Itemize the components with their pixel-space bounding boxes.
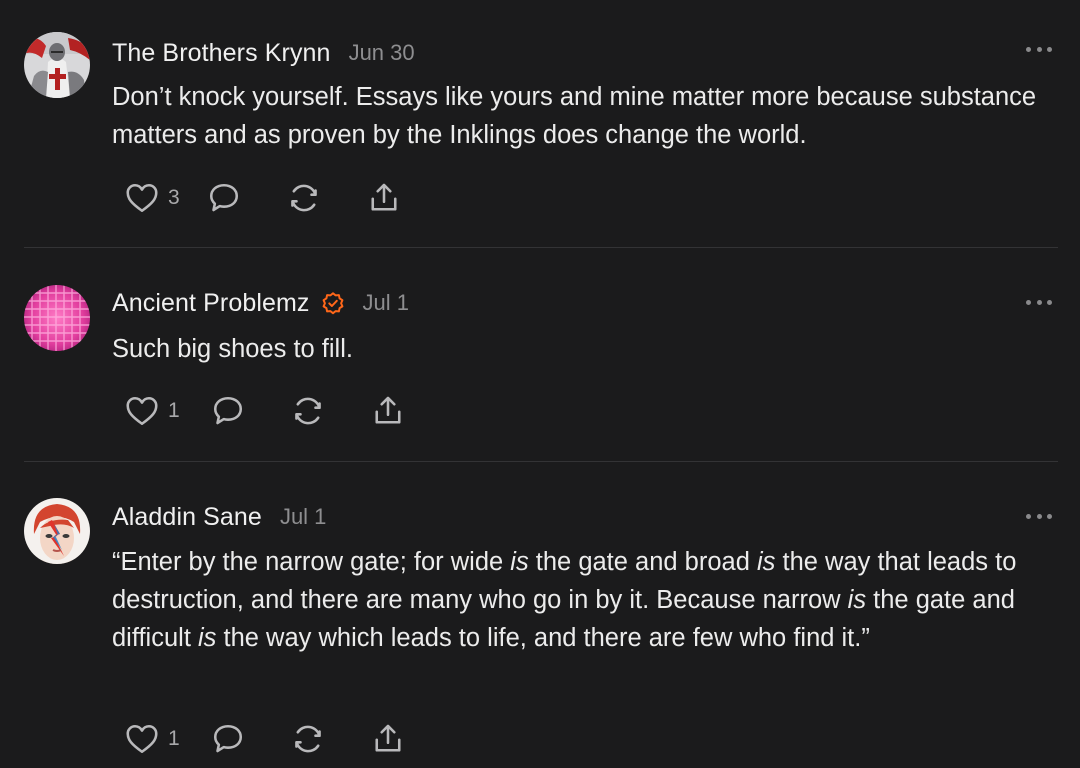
like-count: 1 <box>168 399 180 422</box>
comment-bubble-icon <box>210 721 246 757</box>
like-button[interactable]: 1 <box>124 721 180 757</box>
knight-avatar[interactable] <box>24 32 90 98</box>
comment-bubble-icon <box>206 180 242 216</box>
comment-item: The Brothers Krynn Jun 30 Don’t knock yo… <box>0 0 1080 247</box>
comment-bubble-icon <box>210 393 246 429</box>
reply-button[interactable] <box>210 721 246 757</box>
heart-icon <box>124 180 160 216</box>
comment-item: Aladdin Sane Jul 1 “Enter by the narrow … <box>0 462 1080 768</box>
author-name[interactable]: Aladdin Sane <box>112 503 262 532</box>
verified-check-icon <box>321 291 345 315</box>
heart-icon <box>124 393 160 429</box>
restack-button[interactable] <box>290 393 326 429</box>
comment-text: Such big shoes to fill. <box>112 335 353 363</box>
comment-item: Ancient Problemz Jul 1 Such big shoes to… <box>0 248 1080 461</box>
restack-icon <box>286 180 322 216</box>
comment-actions: 1 <box>124 393 406 429</box>
comment-text: “Enter by the narrow gate; for wide is t… <box>112 548 1017 652</box>
comment-actions: 1 <box>124 721 406 757</box>
like-button[interactable]: 3 <box>124 180 180 216</box>
bowie-avatar[interactable] <box>24 498 90 564</box>
comment-date[interactable]: Jul 1 <box>363 290 409 316</box>
like-button[interactable]: 1 <box>124 393 180 429</box>
reply-button[interactable] <box>206 180 242 216</box>
restack-button[interactable] <box>290 721 326 757</box>
restack-button[interactable] <box>286 180 322 216</box>
more-options-icon[interactable] <box>1026 44 1052 54</box>
author-name[interactable]: Ancient Problemz <box>112 289 310 318</box>
share-icon <box>366 180 402 216</box>
share-icon <box>370 393 406 429</box>
share-button[interactable] <box>370 393 406 429</box>
comment-date[interactable]: Jul 1 <box>280 504 326 530</box>
more-options-icon[interactable] <box>1026 297 1052 307</box>
comment-date[interactable]: Jun 30 <box>349 40 415 66</box>
like-count: 3 <box>168 186 180 209</box>
pink-grid-avatar[interactable] <box>24 285 90 351</box>
comment-header: The Brothers Krynn Jun 30 <box>112 36 415 70</box>
comment-header: Ancient Problemz Jul 1 <box>112 286 409 320</box>
heart-icon <box>124 721 160 757</box>
share-button[interactable] <box>366 180 402 216</box>
restack-icon <box>290 393 326 429</box>
share-icon <box>370 721 406 757</box>
restack-icon <box>290 721 326 757</box>
like-count: 1 <box>168 727 180 750</box>
author-name[interactable]: The Brothers Krynn <box>112 39 331 68</box>
comment-text: Don’t knock yourself. Essays like yours … <box>112 83 1037 149</box>
share-button[interactable] <box>370 721 406 757</box>
reply-button[interactable] <box>210 393 246 429</box>
comment-header: Aladdin Sane Jul 1 <box>112 500 326 534</box>
more-options-icon[interactable] <box>1026 511 1052 521</box>
comment-actions: 3 <box>124 180 402 216</box>
